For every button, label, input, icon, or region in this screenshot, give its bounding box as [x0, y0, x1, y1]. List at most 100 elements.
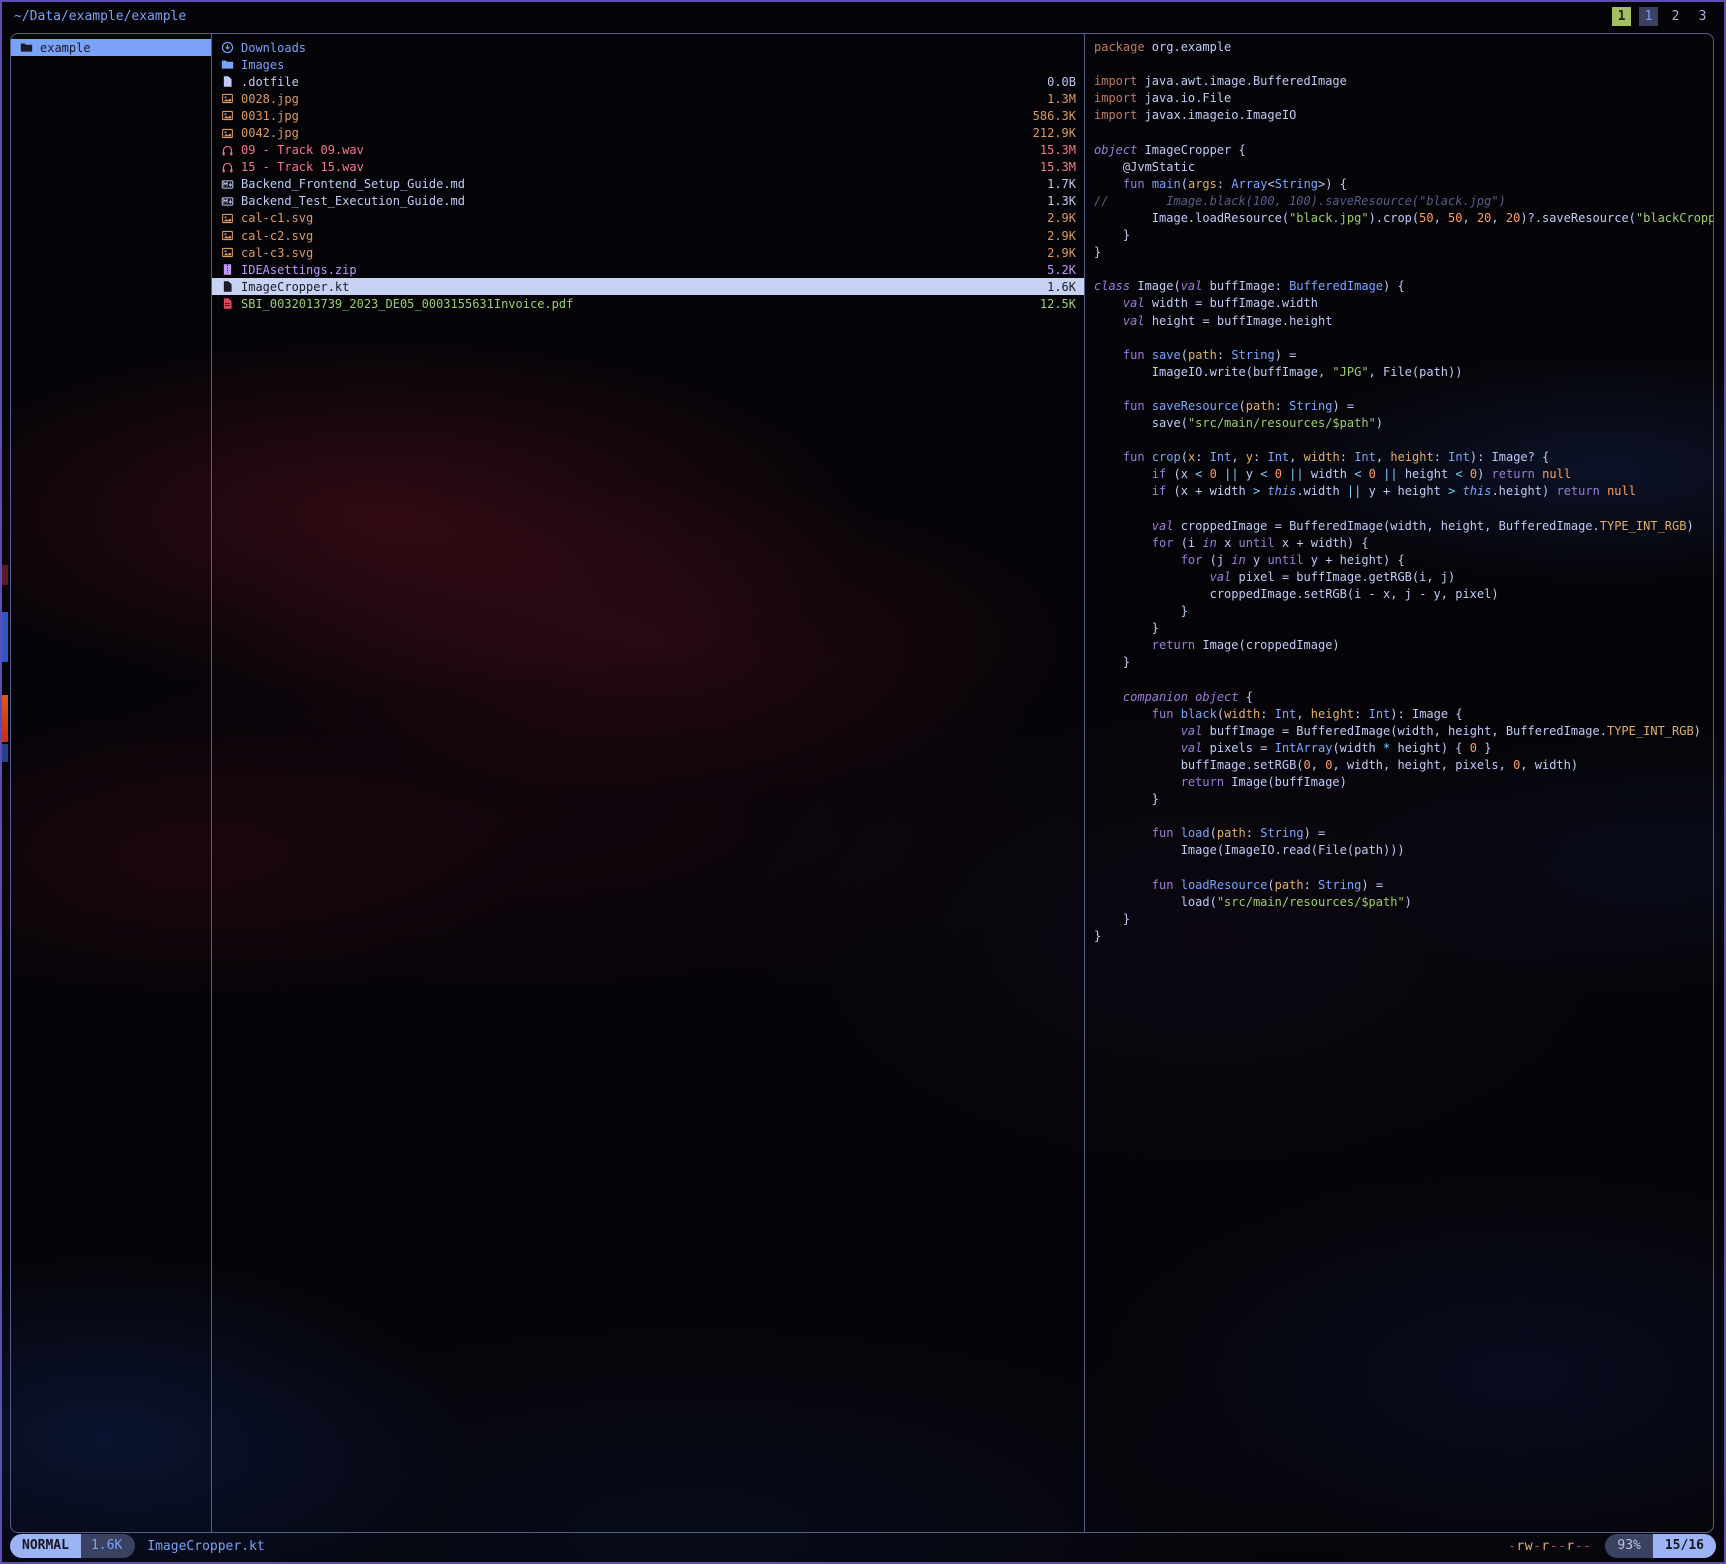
code-line: if (x < 0 || y < 0 || width < 0 || heigh…	[1094, 466, 1713, 483]
file-size: 1.6K	[1047, 280, 1076, 294]
code-line: val croppedImage = BufferedImage(width, …	[1094, 518, 1713, 535]
code-line: @JvmStatic	[1094, 159, 1713, 176]
code-line: for (i in x until x + width) {	[1094, 535, 1713, 552]
code-line	[1094, 501, 1713, 518]
file-row[interactable]: Backend_Test_Execution_Guide.md 1.3K	[212, 193, 1084, 210]
file-size: 1.7K	[1047, 177, 1076, 191]
file-name: 0031.jpg	[241, 109, 1025, 123]
file-name: Downloads	[241, 41, 1068, 55]
code-line: if (x + width > this.width || y + height…	[1094, 483, 1713, 500]
file-row[interactable]: .dotfile 0.0B	[212, 73, 1084, 90]
file-row[interactable]: 0028.jpg 1.3M	[212, 90, 1084, 107]
file-size: 12.5K	[1040, 297, 1076, 311]
code-line	[1094, 808, 1713, 825]
header-bar: ~/Data/example/example 1123	[14, 4, 1712, 28]
file-row[interactable]: cal-c3.svg 2.9K	[212, 244, 1084, 261]
code-line: }	[1094, 603, 1713, 620]
audio-icon	[221, 161, 234, 174]
code-line	[1094, 261, 1713, 278]
folder-icon	[20, 41, 33, 54]
file-size: 2.9K	[1047, 229, 1076, 243]
file-row[interactable]: Backend_Frontend_Setup_Guide.md 1.7K	[212, 176, 1084, 193]
code-line	[1094, 860, 1713, 877]
file-size: 1.3M	[1047, 92, 1076, 106]
code-line: val pixels = IntArray(width * height) { …	[1094, 740, 1713, 757]
file-row[interactable]: Downloads	[212, 39, 1084, 56]
file-size: 586.3K	[1033, 109, 1076, 123]
file-size: 2.9K	[1047, 246, 1076, 260]
file-name: Backend_Frontend_Setup_Guide.md	[241, 177, 1039, 191]
code-line	[1094, 330, 1713, 347]
file-name: cal-c3.svg	[241, 246, 1039, 260]
status-right: -rw-r--r-- 93% 15/16	[1508, 1534, 1716, 1558]
code-line: buffImage.setRGB(0, 0, width, height, pi…	[1094, 757, 1713, 774]
file-row[interactable]: Images	[212, 56, 1084, 73]
status-bar: NORMAL 1.6K ImageCropper.kt -rw-r--r-- 9…	[10, 1534, 1716, 1558]
code-line: import java.io.File	[1094, 90, 1713, 107]
image-icon	[221, 229, 234, 242]
code-line: package org.example	[1094, 39, 1713, 56]
file-name: .dotfile	[241, 75, 1039, 89]
code-line: return Image(buffImage)	[1094, 774, 1713, 791]
file-name: Backend_Test_Execution_Guide.md	[241, 194, 1039, 208]
code-line: }	[1094, 620, 1713, 637]
code-line: load("src/main/resources/$path")	[1094, 894, 1713, 911]
download-icon	[221, 41, 234, 54]
file-size: 15.3M	[1040, 160, 1076, 174]
folder-icon	[221, 58, 234, 71]
file-name: 0028.jpg	[241, 92, 1039, 106]
file-size: 212.9K	[1033, 126, 1076, 140]
code-line: Image.loadResource("black.jpg").crop(50,…	[1094, 210, 1713, 227]
tab-2[interactable]: 1	[1639, 7, 1658, 26]
wallpaper-sliver	[2, 612, 8, 662]
current-directory-panel[interactable]: DownloadsImages.dotfile0.0B0028.jpg1.3M0…	[212, 34, 1085, 1532]
file-name: 09 - Track 09.wav	[241, 143, 1032, 157]
wallpaper-sliver	[2, 695, 8, 742]
code-line: }	[1094, 227, 1713, 244]
file-size-badge: 1.6K	[81, 1534, 135, 1558]
code-line: val height = buffImage.height	[1094, 313, 1713, 330]
file-row[interactable]: 0031.jpg 586.3K	[212, 107, 1084, 124]
image-icon	[221, 212, 234, 225]
code-line: import javax.imageio.ImageIO	[1094, 107, 1713, 124]
file-row[interactable]: SBI_0032013739_2023_DE05_0003155631Invoi…	[212, 295, 1084, 312]
tab-4[interactable]: 3	[1693, 7, 1712, 26]
file-size: 15.3M	[1040, 143, 1076, 157]
file-name: cal-c1.svg	[241, 211, 1039, 225]
file-row[interactable]: cal-c1.svg 2.9K	[212, 210, 1084, 227]
code-line	[1094, 432, 1713, 449]
file-row[interactable]: 0042.jpg 212.9K	[212, 124, 1084, 141]
code-line: }	[1094, 791, 1713, 808]
file-row[interactable]: 09 - Track 09.wav 15.3M	[212, 142, 1084, 159]
status-filename: ImageCropper.kt	[147, 1539, 264, 1554]
file-size: 2.9K	[1047, 211, 1076, 225]
file-row[interactable]: 15 - Track 15.wav 15.3M	[212, 159, 1084, 176]
file-row[interactable]: ImageCropper.kt1.6K	[212, 278, 1084, 295]
file-row[interactable]: IDEAsettings.zip5.2K	[212, 261, 1084, 278]
code-line	[1094, 381, 1713, 398]
code-line: }	[1094, 911, 1713, 928]
code-line	[1094, 124, 1713, 141]
current-path: ~/Data/example/example	[14, 9, 186, 24]
file-size: 1.3K	[1047, 194, 1076, 208]
tab-3[interactable]: 2	[1666, 7, 1685, 26]
code-line: fun save(path: String) =	[1094, 347, 1713, 364]
file-icon	[221, 280, 234, 293]
code-line: for (j in y until y + height) {	[1094, 552, 1713, 569]
file-size: 5.2K	[1047, 263, 1076, 277]
code-preview[interactable]: package org.example import java.awt.imag…	[1085, 34, 1713, 1532]
file-name: 15 - Track 15.wav	[241, 160, 1032, 174]
code-line: fun main(args: Array<String>) {	[1094, 176, 1713, 193]
code-line: Image(ImageIO.read(File(path)))	[1094, 842, 1713, 859]
tab-1[interactable]: 1	[1612, 7, 1631, 26]
code-line: // Image.black(100, 100).saveResource("b…	[1094, 193, 1713, 210]
permissions: -rw-r--r--	[1508, 1539, 1591, 1554]
file-name: Images	[241, 58, 1068, 72]
parent-directory-panel[interactable]: example	[11, 34, 212, 1532]
file-row[interactable]: cal-c2.svg2.9K	[212, 227, 1084, 244]
file-size: 0.0B	[1047, 75, 1076, 89]
file-name: 0042.jpg	[241, 126, 1025, 140]
image-icon	[221, 246, 234, 259]
parent-dir-item[interactable]: example	[11, 39, 211, 56]
code-line: val width = buffImage.width	[1094, 295, 1713, 312]
